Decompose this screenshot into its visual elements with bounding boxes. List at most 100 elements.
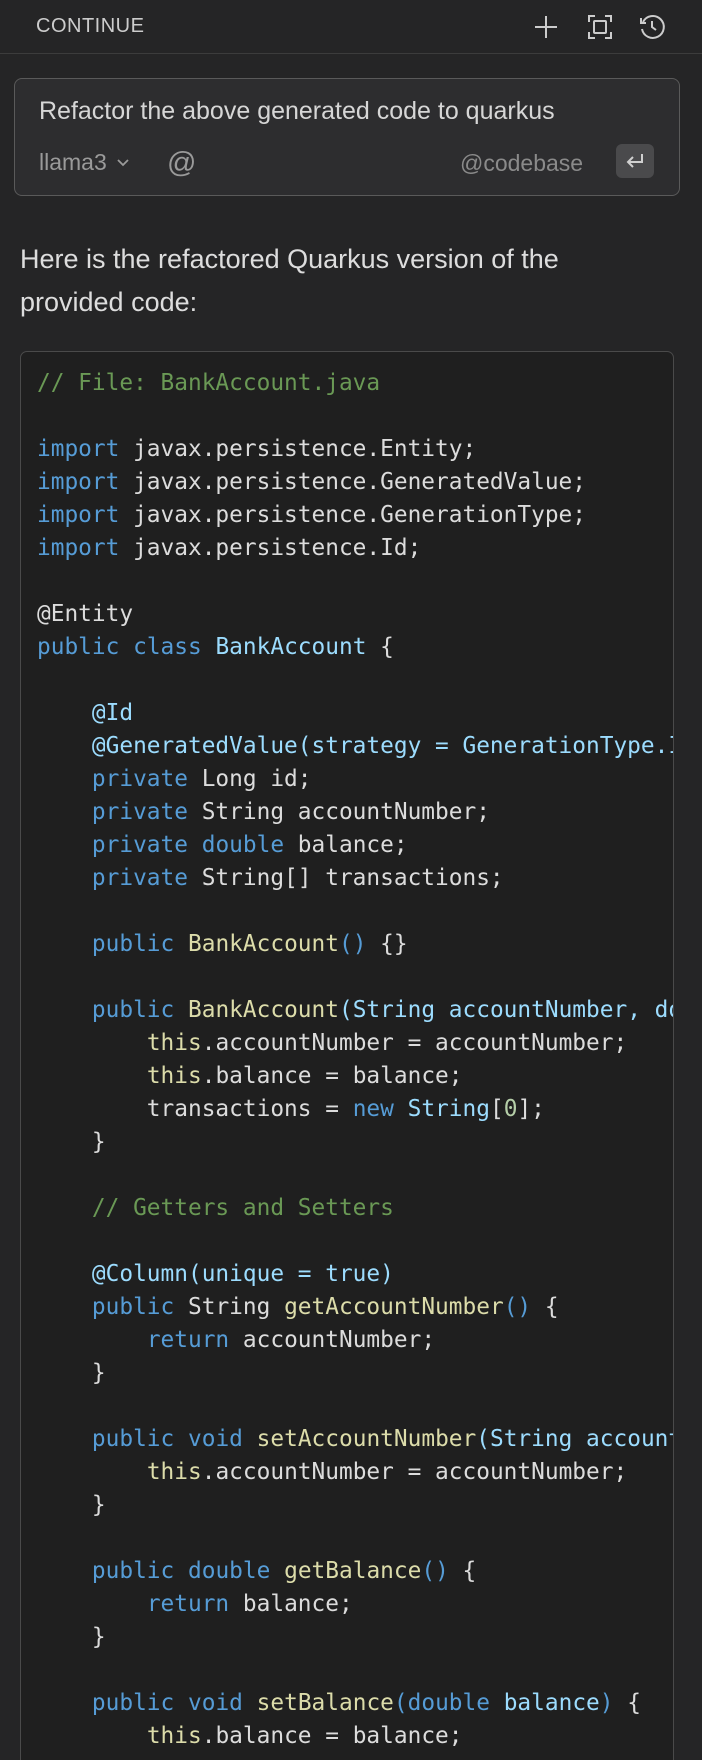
code-token-class: @GeneratedValue(strategy = GenerationTyp… (91, 733, 673, 759)
code-token-plain: transactions = (37, 1096, 353, 1122)
code-line: public void setBalance(double balance) { (37, 1687, 673, 1720)
code-token-keyword: public (91, 1294, 175, 1320)
code-token-keyword: import (37, 535, 120, 561)
code-line: private String accountNumber; (37, 796, 673, 829)
code-line: public void setAccountNumber(String acco… (37, 1423, 673, 1456)
code-content: // File: BankAccount.java import javax.pe… (37, 367, 673, 1753)
code-line: import javax.persistence.Entity; (37, 433, 673, 466)
code-token-keyword: ) (599, 1690, 614, 1716)
code-line: public class BankAccount { (37, 631, 673, 664)
code-token-func: BankAccount (188, 931, 339, 957)
code-token-this: this (146, 1030, 202, 1056)
submit-button[interactable] (616, 144, 654, 178)
chevron-down-icon (115, 149, 131, 176)
code-token-plain: { (531, 1294, 559, 1320)
code-token-number: 0 (503, 1096, 518, 1122)
codebase-context-button[interactable]: @codebase (460, 150, 583, 177)
code-token-plain: javax.persistence.Id; (119, 535, 422, 561)
code-line: public BankAccount() {} (37, 928, 673, 961)
code-line: this.balance = balance; (37, 1060, 673, 1093)
code-line: public BankAccount(String accountNumber,… (37, 994, 673, 1027)
code-token-keyword: private (91, 865, 188, 891)
panel-title: CONTINUE (36, 15, 145, 37)
code-token-plain: } (37, 1624, 106, 1650)
code-token-class: @Id (91, 700, 134, 726)
code-line: @Column(unique = true) (37, 1258, 673, 1291)
code-token-keyword: void (188, 1690, 243, 1716)
code-token-plain: {} (366, 931, 408, 957)
code-token-plain: { (366, 634, 394, 660)
code-token-keyword: double (407, 1690, 490, 1716)
code-line: public String getAccountNumber() { (37, 1291, 673, 1324)
code-token-keyword: public (37, 634, 120, 660)
code-line: @GeneratedValue(strategy = GenerationTyp… (37, 730, 673, 763)
code-token-keyword: double (201, 832, 285, 858)
code-token-plain: ]; (517, 1096, 545, 1122)
history-icon[interactable] (637, 12, 667, 42)
code-token-plain: accountNumber; (229, 1327, 436, 1353)
code-token-keyword: private (91, 832, 188, 858)
code-token-keyword: () (421, 1558, 449, 1584)
code-token-plain: } (37, 1129, 106, 1155)
chat-input-box[interactable]: Refactor the above generated code to qua… (14, 78, 680, 196)
code-line: this.accountNumber = accountNumber; (37, 1456, 673, 1489)
code-token-keyword: () (503, 1294, 532, 1320)
code-line: private Long id; (37, 763, 673, 796)
code-token-plain: .accountNumber = accountNumber; (201, 1459, 628, 1485)
code-line: import javax.persistence.GeneratedValue; (37, 466, 673, 499)
model-select[interactable]: llama3 (39, 149, 131, 176)
code-token-keyword: public (91, 1558, 175, 1584)
code-line: // Getters and Setters (37, 1192, 673, 1225)
mention-at-button[interactable]: @ (167, 147, 196, 180)
code-token-class: (String accountNumber, double balance) { (338, 997, 673, 1023)
chat-input-text[interactable]: Refactor the above generated code to qua… (39, 97, 555, 126)
code-token-keyword: return (146, 1327, 230, 1353)
code-token-this: this (146, 1063, 202, 1089)
code-token-keyword: () (338, 931, 367, 957)
code-line: } (37, 1126, 673, 1159)
code-token-keyword: ( (393, 1690, 408, 1716)
code-token-comment: // File: BankAccount.java (37, 370, 381, 396)
code-token-this: this (146, 1723, 202, 1749)
code-line: public double getBalance() { (37, 1555, 673, 1588)
code-token-plain: Long id; (187, 766, 312, 792)
enter-icon (626, 154, 643, 168)
code-token-keyword: double (188, 1558, 271, 1584)
code-token-keyword: class (133, 634, 202, 660)
code-token-class: @Column(unique = true) (91, 1261, 394, 1287)
code-token-keyword: public (91, 1690, 175, 1716)
code-token-class: BankAccount (215, 634, 367, 660)
code-line: import javax.persistence.Id; (37, 532, 673, 565)
code-token-keyword: public (91, 997, 175, 1023)
code-token-keyword: private (91, 766, 188, 792)
code-token-keyword: public (91, 931, 175, 957)
code-token-plain: String (174, 1294, 285, 1320)
code-token-keyword: import (37, 502, 120, 528)
code-token-plain: balance; (284, 832, 408, 858)
plus-icon[interactable] (531, 12, 561, 42)
code-token-this: this (146, 1459, 202, 1485)
code-line: return balance; (37, 1588, 673, 1621)
fullscreen-icon[interactable] (585, 12, 615, 42)
